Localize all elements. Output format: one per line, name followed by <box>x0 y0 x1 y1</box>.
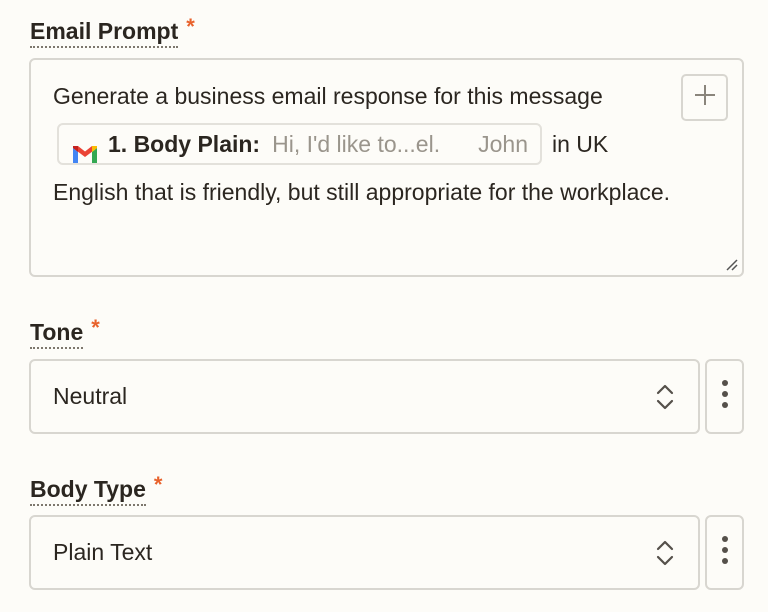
body-type-more-options-button[interactable] <box>705 515 744 590</box>
pill-preview-text: Hi, I'd like to...el. <box>272 130 441 157</box>
required-marker: * <box>153 472 163 497</box>
up-down-chevron-icon <box>656 384 674 410</box>
body-type-select[interactable]: Plain Text <box>29 515 700 590</box>
pill-field-label: 1. Body Plain: <box>108 130 261 157</box>
up-down-chevron-icon <box>656 540 674 566</box>
required-marker: * <box>91 315 100 340</box>
gmail-icon <box>71 133 99 163</box>
plus-icon <box>694 84 716 111</box>
tone-more-options-button[interactable] <box>705 359 744 434</box>
tone-select[interactable]: Neutral <box>29 359 700 434</box>
email-prompt-textarea[interactable]: Generate a business email response for t… <box>29 58 744 277</box>
tone-label-text: Tone <box>30 319 84 349</box>
resize-handle-icon[interactable] <box>724 257 738 271</box>
body-type-label: Body Type * <box>30 472 163 506</box>
vertical-ellipsis-icon <box>721 535 729 570</box>
mapped-field-pill[interactable]: 1. Body Plain: Hi, I'd like to...el. Joh… <box>57 122 542 165</box>
insert-data-button[interactable] <box>681 74 728 121</box>
vertical-ellipsis-icon <box>721 379 729 414</box>
required-marker: * <box>186 14 195 39</box>
body-type-label-text: Body Type <box>30 476 146 506</box>
body-type-selected-value: Plain Text <box>53 539 153 565</box>
pill-name-text: John <box>478 130 528 157</box>
prompt-text-rest: English that is friendly, but still appr… <box>53 179 671 205</box>
email-prompt-content[interactable]: Generate a business email response for t… <box>53 72 693 216</box>
email-prompt-label-text: Email Prompt <box>30 18 179 48</box>
tone-label: Tone * <box>30 315 100 349</box>
prompt-text-before: Generate a business email response for t… <box>53 83 603 109</box>
prompt-text-after-pill: in UK <box>551 131 609 157</box>
email-prompt-label: Email Prompt * <box>30 14 195 48</box>
tone-selected-value: Neutral <box>53 383 128 409</box>
